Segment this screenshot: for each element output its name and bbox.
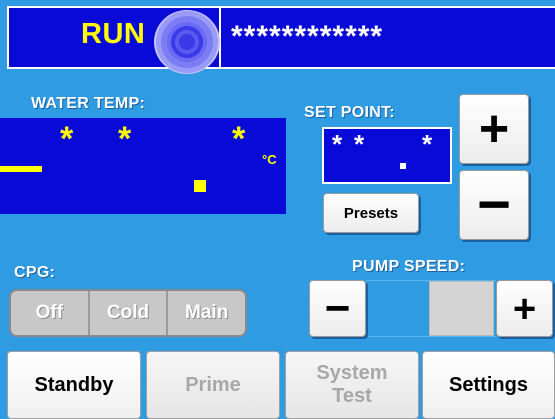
pump-speed-slider-thumb[interactable] [429,281,494,336]
system-test-button[interactable]: System Test [285,351,419,419]
cpg-label: CPG: [14,264,56,281]
settings-button[interactable]: Settings [422,351,555,419]
set-point-increase-button[interactable]: + [459,94,529,164]
cpg-off-option[interactable]: Off [11,291,90,335]
status-message-box: ************ [221,6,555,69]
water-temp-label: WATER TEMP: [31,95,146,112]
set-point-digit-1: * [332,129,343,159]
set-point-decimal [400,163,406,169]
standby-button[interactable]: Standby [7,351,141,419]
set-point-label: SET POINT: [304,104,396,121]
temp-unit: °C [262,152,277,167]
pump-speed-label: PUMP SPEED: [352,258,466,275]
run-status-label: RUN [81,18,146,50]
set-point-digit-3: * [422,129,433,159]
pump-speed-increase-button[interactable]: + [496,280,553,337]
temp-decimal-point [194,180,206,192]
pump-speed-decrease-button[interactable]: − [309,280,366,337]
cpg-main-option[interactable]: Main [168,291,245,335]
temp-digit-2: * [118,120,132,158]
set-point-decrease-button[interactable]: − [459,170,529,240]
system-test-line-2: Test [332,385,372,407]
temp-digit-3: * [232,120,246,158]
temp-digit-1: * [60,120,74,158]
cpg-cold-option[interactable]: Cold [90,291,169,335]
prime-button[interactable]: Prime [146,351,280,419]
presets-button[interactable]: Presets [323,193,419,233]
system-test-line-1: System [316,362,388,384]
set-point-digit-2: * [354,129,365,159]
water-temp-display: * * * °C [0,118,286,214]
temp-dash-segment [0,166,42,172]
set-point-display[interactable]: * * * [322,127,452,184]
cpg-selector: Off Cold Main [9,289,247,337]
status-message: ************ [231,20,384,53]
touch-indicator-icon [154,10,220,74]
